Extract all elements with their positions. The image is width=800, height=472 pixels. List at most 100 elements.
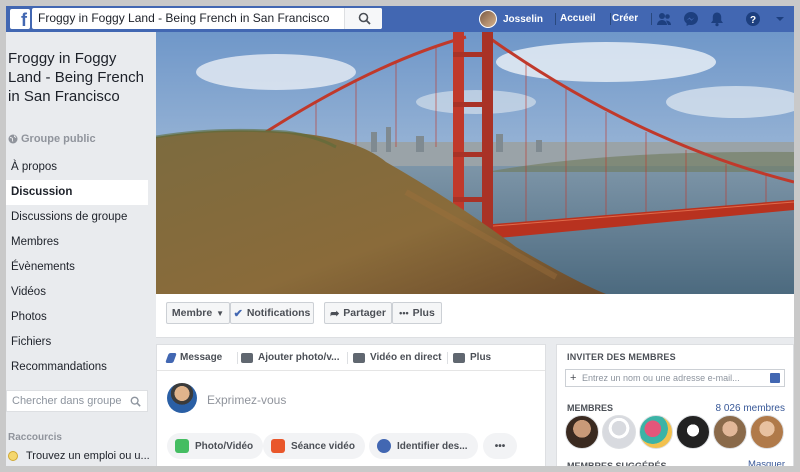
shortcuts-heading: Raccourcis [8,432,62,443]
watch-party-button[interactable]: Séance vidéo [263,433,365,459]
search-input[interactable]: Froggy in Foggy Land - Being French in S… [38,11,329,25]
group-title[interactable]: Froggy in Foggy Land - Being French in S… [8,49,148,106]
top-navigation-bar: f Froggy in Foggy Land - Being French in… [6,6,794,32]
member-avatar[interactable] [602,415,636,449]
invite-input[interactable]: + Entrez un nom ou une adresse e-mail... [565,369,785,387]
tag-people-button[interactable]: Identifier des... [369,433,478,459]
more-grid-icon [453,352,465,363]
nav-divider [555,13,556,25]
camera-icon [241,352,253,363]
more-button[interactable]: ••• Plus [392,302,442,324]
composer-input[interactable]: Exprimez-vous [207,393,286,407]
member-button-label: Membre [171,307,213,319]
menu-item-members[interactable]: Membres [6,230,148,255]
tab-divider [447,352,448,364]
facebook-logo[interactable]: f [10,9,30,29]
hide-link[interactable]: Masquer [748,459,785,466]
chevron-down-icon: ▼ [216,308,225,318]
invite-heading: INVITER DES MEMBRES [567,352,676,362]
member-avatar[interactable] [676,415,710,449]
menu-item-group-discussions[interactable]: Discussions de groupe [6,205,148,230]
photo-video-button[interactable]: Photo/Vidéo [167,433,264,459]
menu-item-events[interactable]: Évènements [6,255,148,280]
lightbulb-icon [8,451,18,461]
invite-members-panel: INVITER DES MEMBRES + Entrez un nom ou u… [556,344,794,471]
plus-icon: + [570,372,577,384]
member-avatars [565,415,787,449]
search-icon[interactable] [130,396,141,407]
tab-divider [347,352,348,364]
watch-party-label: Séance vidéo [291,440,355,452]
messenger-icon[interactable] [683,11,699,27]
members-heading: MEMBRES [567,403,614,413]
pencil-icon [165,352,177,363]
tab-live-video-label: Vidéo en direct [370,352,442,363]
help-icon[interactable]: ? [745,11,761,27]
nav-divider [651,13,652,25]
post-composer: Message Ajouter photo/v... Vidéo en dire… [156,344,546,466]
group-privacy: Groupe public [8,133,96,145]
nav-profile-link[interactable]: Josselin [479,9,543,29]
composer-avatar [167,383,197,413]
tab-add-photo-video[interactable]: Ajouter photo/v... [241,352,339,363]
ellipsis-icon: ••• [494,440,506,452]
menu-item-about[interactable]: À propos [6,155,148,180]
notifications-button-label: Notifications [246,307,311,319]
photo-icon [175,439,189,453]
browser-frame: f Froggy in Foggy Land - Being French in… [0,0,800,472]
photo-video-label: Photo/Vidéo [195,440,254,452]
share-button[interactable]: ➦ Partager [324,302,392,324]
address-book-icon[interactable] [770,373,780,383]
share-button-label: Partager [343,307,386,319]
bell-icon[interactable] [709,11,725,27]
tab-live-video[interactable]: Vidéo en direct [353,352,442,363]
user-avatar [479,10,497,28]
popcorn-icon [271,439,285,453]
golden-gate-bridge-photo [156,32,794,294]
tab-divider [237,352,238,364]
group-menu: À propos Discussion Discussions de group… [6,155,148,380]
member-button[interactable]: Membre ▼ [166,302,230,324]
group-search-input[interactable]: Chercher dans groupe [6,390,148,412]
menu-item-discussion[interactable]: Discussion [6,180,148,205]
tab-message-label: Message [180,352,223,363]
suggested-members-heading: MEMBRES SUGGÉRÉS [567,461,667,471]
group-action-bar: Membre ▼ ✔ Notifications ➦ Partager ••• … [156,294,794,338]
create-link[interactable]: Créer [612,13,638,24]
tag-people-label: Identifier des... [397,440,468,452]
svg-text:?: ? [750,15,756,26]
checkmark-icon: ✔ [233,307,243,320]
tab-more-label: Plus [470,352,492,363]
friends-icon[interactable] [656,11,672,27]
search-button[interactable] [344,8,382,29]
composer-tabs: Message Ajouter photo/v... Vidéo en dire… [157,345,545,371]
member-avatar[interactable] [713,415,747,449]
more-button-label: Plus [412,307,435,319]
left-sidebar: Froggy in Foggy Land - Being French in S… [6,32,156,466]
members-count-link[interactable]: 8 026 membres [716,403,785,414]
member-avatar[interactable] [565,415,599,449]
invite-input-placeholder: Entrez un nom ou une adresse e-mail... [582,373,740,383]
home-link[interactable]: Accueil [560,13,596,24]
tab-add-photo-label: Ajouter photo/v... [258,352,340,363]
nav-divider [610,13,611,25]
search-icon [358,12,371,25]
search-bar[interactable]: Froggy in Foggy Land - Being French in S… [32,8,382,29]
user-name: Josselin [503,13,544,25]
notifications-button[interactable]: ✔ Notifications [230,302,314,324]
tab-more[interactable]: Plus [453,352,491,363]
menu-item-videos[interactable]: Vidéos [6,280,148,305]
shortcut-job-search[interactable]: Trouvez un emploi ou u... [8,450,150,462]
member-avatar[interactable] [750,415,784,449]
dropdown-icon[interactable] [772,11,788,27]
shortcut-label: Trouvez un emploi ou u... [26,450,150,462]
cover-photo[interactable] [156,32,794,294]
member-avatar[interactable] [639,415,673,449]
tab-message[interactable]: Message [165,352,223,363]
composer-more-button[interactable]: ••• [483,433,517,459]
menu-item-files[interactable]: Fichiers [6,330,148,355]
share-arrow-icon: ➦ [330,307,340,320]
menu-item-photos[interactable]: Photos [6,305,148,330]
menu-item-recommendations[interactable]: Recommandations [6,355,148,380]
group-privacy-label: Groupe public [21,133,96,145]
